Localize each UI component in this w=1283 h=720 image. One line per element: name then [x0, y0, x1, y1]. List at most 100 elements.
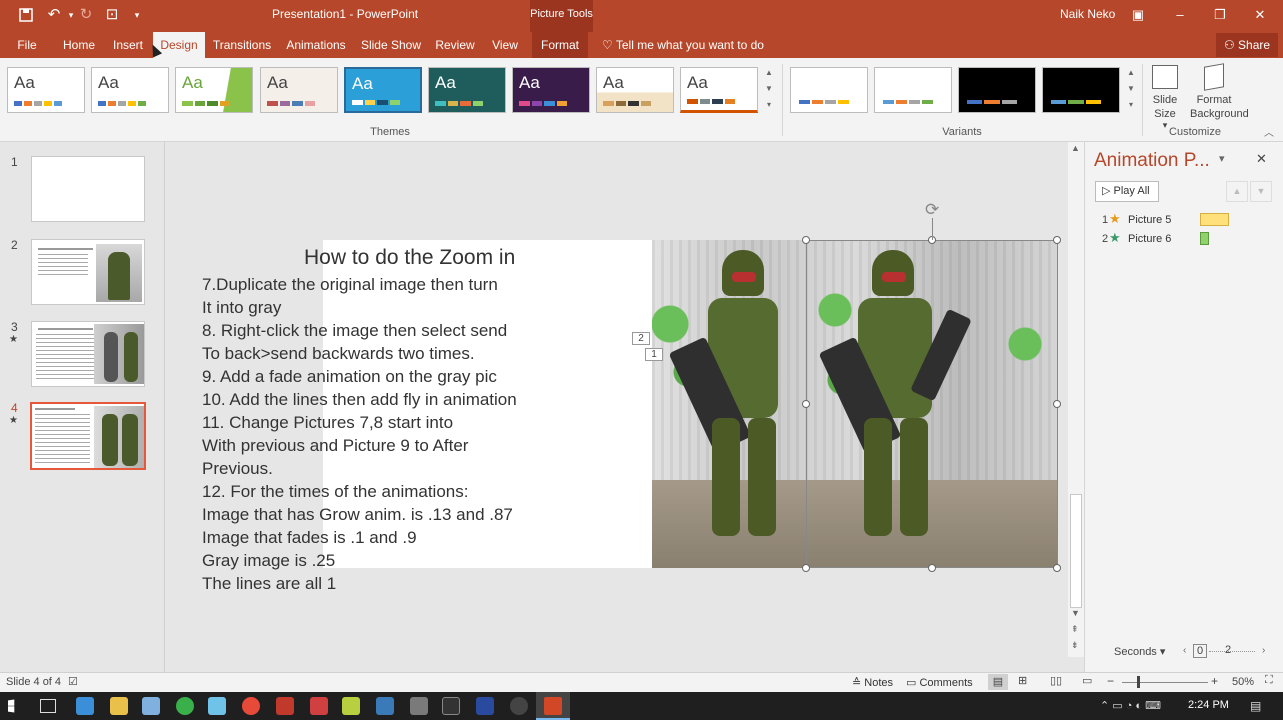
- app-icon[interactable]: [476, 697, 494, 715]
- timing-bar[interactable]: [1200, 213, 1229, 226]
- timeline-left-icon[interactable]: ‹: [1183, 645, 1186, 656]
- store-icon[interactable]: [142, 697, 160, 715]
- close-pane-icon[interactable]: ✕: [1256, 151, 1267, 167]
- whatsapp-icon[interactable]: [176, 697, 194, 715]
- theme-organic[interactable]: Aa: [512, 67, 590, 113]
- slide-title[interactable]: How to do the Zoom in: [304, 246, 515, 270]
- user-name[interactable]: Naik Neko: [1060, 0, 1115, 30]
- variants-scroll[interactable]: ▲ ▼ ▾: [1124, 65, 1138, 115]
- app-icon[interactable]: [276, 697, 294, 715]
- zoom-slider[interactable]: [1122, 682, 1208, 683]
- clock[interactable]: 2:24 PM: [1188, 699, 1229, 711]
- zoom-slider-thumb[interactable]: [1137, 676, 1140, 688]
- slide-text-line[interactable]: 7.Duplicate the original image then turn: [202, 273, 498, 296]
- rotate-handle-icon[interactable]: ⟳: [925, 200, 939, 220]
- slide-thumbnail-4[interactable]: [30, 402, 146, 470]
- chrome-icon[interactable]: [242, 697, 260, 715]
- tab-design[interactable]: Design: [153, 32, 205, 58]
- minimize-icon[interactable]: –: [1160, 0, 1200, 30]
- slide-thumbnail-1[interactable]: [31, 156, 145, 222]
- resize-handle[interactable]: [928, 564, 936, 572]
- slide-text-line[interactable]: Image that has Grow anim. is .13 and .87: [202, 503, 513, 526]
- picture-5[interactable]: [668, 250, 800, 550]
- customize-qat-icon[interactable]: ▾: [128, 0, 146, 30]
- tab-review[interactable]: Review: [432, 32, 478, 58]
- slide-text-line[interactable]: It into gray: [202, 296, 281, 319]
- tab-format[interactable]: Format: [532, 32, 588, 58]
- app-icon[interactable]: [208, 697, 226, 715]
- ribbon-display-options-icon[interactable]: ▣: [1118, 0, 1158, 30]
- theme-2[interactable]: Aa: [91, 67, 169, 113]
- slide-sorter-icon[interactable]: ⊞: [1018, 674, 1027, 687]
- play-all-button[interactable]: ▷ Play All: [1095, 181, 1159, 202]
- slide-text-line[interactable]: To back>send backwards two times.: [202, 342, 475, 365]
- slide-thumbnail-2[interactable]: [31, 239, 145, 305]
- slide-size-button[interactable]: Slide Size ▾: [1146, 63, 1184, 130]
- seconds-dropdown[interactable]: Seconds ▾: [1114, 645, 1165, 658]
- theme-integral[interactable]: Aa: [260, 67, 338, 113]
- normal-view-icon[interactable]: ▤: [988, 674, 1008, 690]
- themes-scroll[interactable]: ▲ ▼ ▾: [762, 65, 776, 115]
- app-icon[interactable]: [410, 697, 428, 715]
- zoom-in-icon[interactable]: +: [1211, 674, 1218, 688]
- reading-view-icon[interactable]: ▯▯: [1050, 674, 1062, 687]
- file-explorer-icon[interactable]: [110, 697, 128, 715]
- resize-handle[interactable]: [1053, 236, 1061, 244]
- powerpoint-taskbar-button[interactable]: [536, 692, 570, 720]
- app-icon[interactable]: [310, 697, 328, 715]
- app-icon[interactable]: [342, 697, 360, 715]
- epic-games-icon[interactable]: [442, 697, 460, 715]
- maximize-icon[interactable]: ❐: [1200, 0, 1240, 30]
- slide-text-line[interactable]: Gray image is .25: [202, 549, 335, 572]
- edge-icon[interactable]: [76, 697, 94, 715]
- slide-show-icon[interactable]: ▭: [1082, 674, 1092, 687]
- theme-slice[interactable]: Aa: [680, 67, 758, 113]
- tab-animations[interactable]: Animations: [282, 32, 350, 58]
- slide-text-line[interactable]: 10. Add the lines then add fly in animat…: [202, 388, 517, 411]
- scroll-up-icon[interactable]: ▲: [1071, 143, 1080, 153]
- format-background-button[interactable]: Format Background: [1190, 63, 1249, 125]
- resize-handle[interactable]: [802, 564, 810, 572]
- tab-view[interactable]: View: [488, 32, 522, 58]
- animation-item-2[interactable]: 2 ★ Picture 6: [1094, 230, 1274, 248]
- close-icon[interactable]: ✕: [1240, 0, 1280, 30]
- tab-home[interactable]: Home: [58, 32, 100, 58]
- tab-slide-show[interactable]: Slide Show: [360, 32, 422, 58]
- scroll-down-icon[interactable]: ▼: [1071, 608, 1080, 618]
- share-button[interactable]: ⚇ Share: [1216, 33, 1278, 57]
- resize-handle[interactable]: [1053, 400, 1061, 408]
- resize-handle[interactable]: [802, 400, 810, 408]
- theme-retrospect[interactable]: Aa: [596, 67, 674, 113]
- timing-bar[interactable]: [1200, 232, 1209, 245]
- variant-4[interactable]: [1042, 67, 1120, 113]
- notification-icon[interactable]: ▤: [1250, 699, 1261, 713]
- comments-button[interactable]: ▭ Comments: [906, 676, 973, 689]
- slide-text-line[interactable]: 11. Change Pictures 7,8 start into: [202, 411, 453, 434]
- variant-3[interactable]: [958, 67, 1036, 113]
- resize-handle[interactable]: [1053, 564, 1061, 572]
- slide-text-line[interactable]: The lines are all 1: [202, 572, 336, 595]
- tab-insert[interactable]: Insert: [108, 32, 148, 58]
- slide-text-line[interactable]: With previous and Picture 9 to After: [202, 434, 468, 457]
- collapse-ribbon-icon[interactable]: ︿: [1264, 124, 1274, 139]
- slide-text-line[interactable]: Image that fades is .1 and .9: [202, 526, 417, 549]
- task-pane-options-icon[interactable]: ▾: [1219, 152, 1225, 165]
- notes-button[interactable]: ≙ Notes: [852, 676, 893, 689]
- variant-1[interactable]: [790, 67, 868, 113]
- animation-item-1[interactable]: 1 ★ Picture 5: [1094, 211, 1274, 229]
- fit-to-window-icon[interactable]: ⛶: [1265, 674, 1273, 687]
- slide-text-line[interactable]: 9. Add a fade animation on the gray pic: [202, 365, 497, 388]
- theme-office[interactable]: Aa: [7, 67, 85, 113]
- theme-ion-boardroom[interactable]: Aa: [344, 67, 422, 113]
- undo-icon[interactable]: ↶: [42, 0, 66, 30]
- scroll-thumb[interactable]: [1070, 494, 1082, 608]
- steam-icon[interactable]: [376, 697, 394, 715]
- save-icon[interactable]: [14, 0, 38, 33]
- next-slide-icon[interactable]: ⇟: [1071, 640, 1079, 651]
- variant-2[interactable]: [874, 67, 952, 113]
- system-tray-icons[interactable]: ⌃ ▭ ◔ ◐ ⌨: [1100, 699, 1161, 712]
- app-icon[interactable]: [510, 697, 528, 715]
- slide-text-line[interactable]: 12. For the times of the animations:: [202, 480, 468, 503]
- tab-file[interactable]: File: [8, 32, 46, 58]
- theme-ion[interactable]: Aa: [428, 67, 506, 113]
